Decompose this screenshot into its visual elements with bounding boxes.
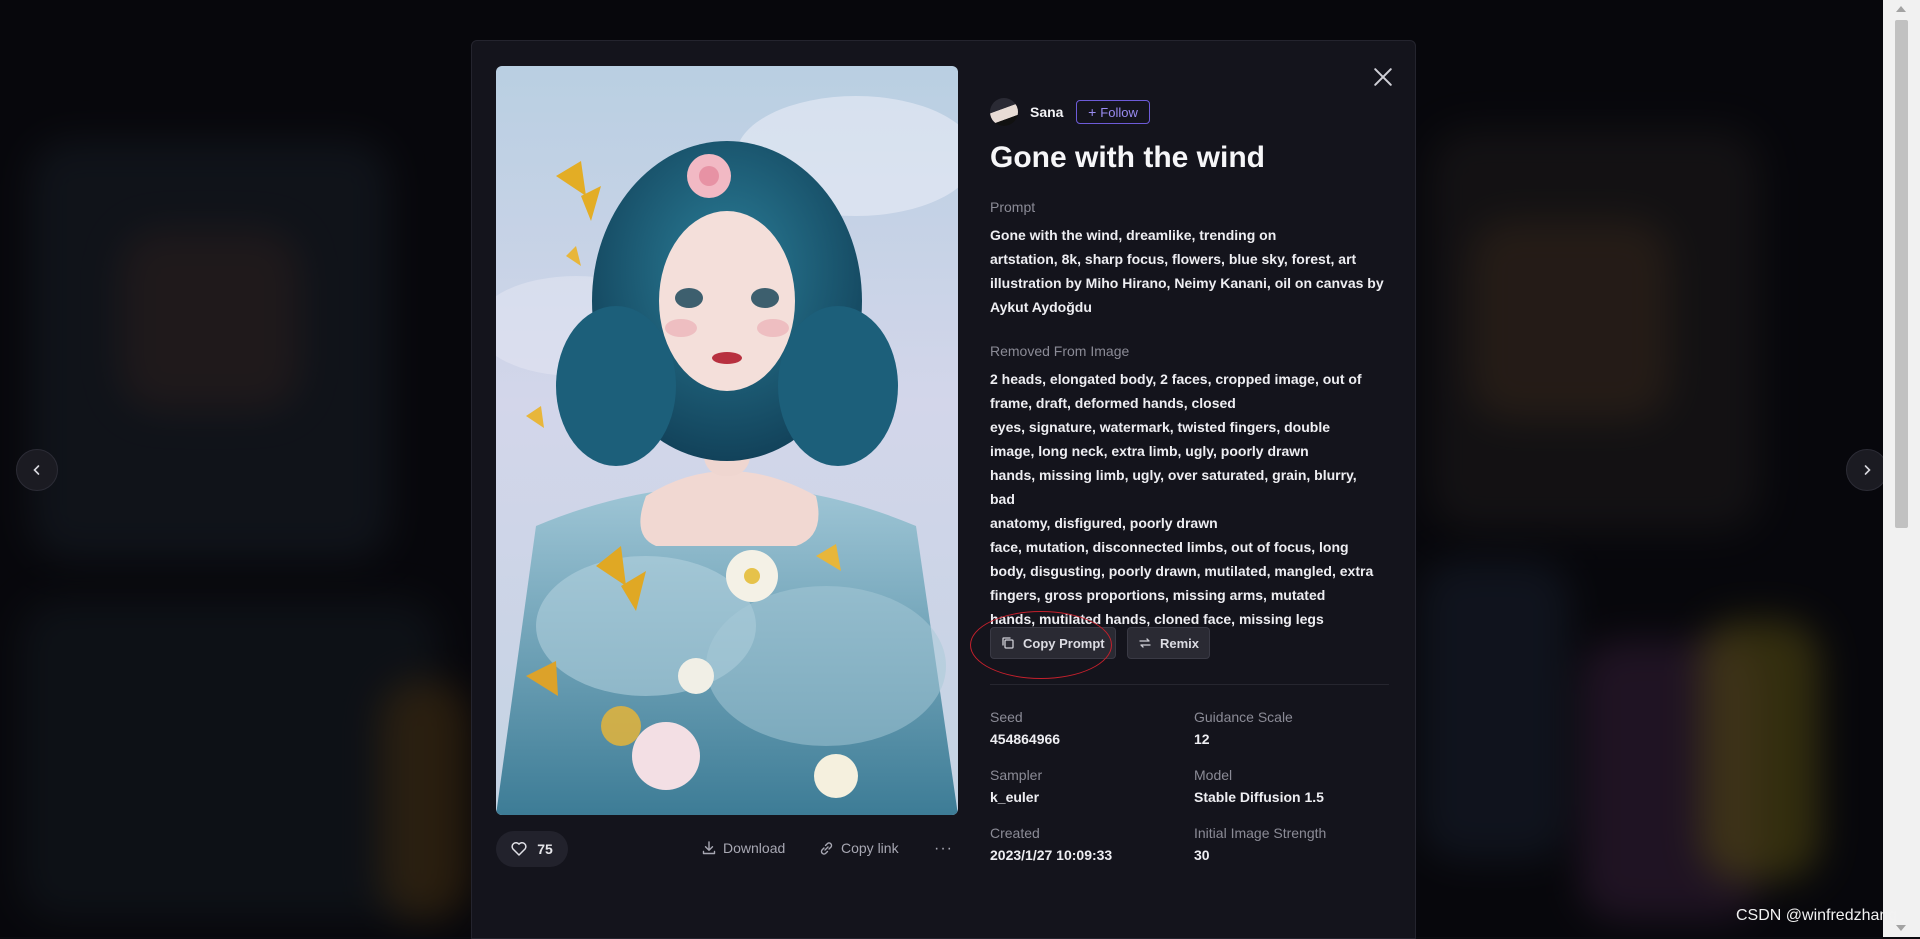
avatar[interactable] xyxy=(990,98,1018,126)
remix-icon xyxy=(1139,638,1151,648)
more-options-button[interactable]: ··· xyxy=(934,840,953,858)
like-button[interactable]: 75 xyxy=(496,831,568,867)
page-scrollbar[interactable] xyxy=(1883,0,1920,937)
artwork-title: Gone with the wind xyxy=(990,141,1265,174)
link-icon xyxy=(820,841,833,855)
follow-button[interactable]: + Follow xyxy=(1076,100,1150,124)
initial-image-strength-label: Initial Image Strength xyxy=(1194,825,1327,841)
follow-label: Follow xyxy=(1100,104,1138,120)
scroll-up-icon[interactable] xyxy=(1896,6,1906,12)
removed-label: Removed From Image xyxy=(990,343,1130,359)
next-image-button[interactable] xyxy=(1846,449,1888,491)
guidance-scale-label: Guidance Scale xyxy=(1194,709,1293,725)
previous-image-button[interactable] xyxy=(16,449,58,491)
sampler-value: k_euler xyxy=(990,789,1040,805)
artwork-image xyxy=(496,66,958,815)
divider xyxy=(990,684,1389,685)
remix-button[interactable]: Remix xyxy=(1127,627,1211,659)
created-value: 2023/1/27 10:09:33 xyxy=(990,847,1113,863)
sampler-label: Sampler xyxy=(990,767,1043,783)
chevron-left-icon xyxy=(33,465,40,475)
initial-image-strength-value: 30 xyxy=(1194,847,1210,863)
seed-value: 454864966 xyxy=(990,731,1061,747)
download-button[interactable]: Download xyxy=(702,840,785,856)
seed-label: Seed xyxy=(990,709,1023,725)
plus-icon: + xyxy=(1088,104,1097,120)
heart-icon xyxy=(511,842,527,856)
close-icon[interactable] xyxy=(1369,63,1397,91)
like-count: 75 xyxy=(537,841,553,857)
annotation-circle xyxy=(970,611,1112,679)
model-label: Model xyxy=(1194,767,1233,783)
created-label: Created xyxy=(990,825,1040,841)
scroll-down-icon[interactable] xyxy=(1896,925,1906,931)
remix-label: Remix xyxy=(1160,635,1200,651)
chevron-right-icon xyxy=(1864,465,1871,475)
guidance-scale-value: 12 xyxy=(1194,731,1210,747)
artwork-illustration xyxy=(496,66,958,815)
creator-name[interactable]: Sana xyxy=(1030,104,1063,120)
copy-link-button[interactable]: Copy link xyxy=(819,840,899,856)
image-detail-modal: 75 Download Copy link ··· Sana + Follow … xyxy=(471,40,1416,939)
negative-prompt-text: 2 heads, elongated body, 2 faces, croppe… xyxy=(990,371,1374,627)
prompt-text: Gone with the wind, dreamlike, trending … xyxy=(990,227,1384,315)
prompt-label: Prompt xyxy=(990,199,1036,215)
download-icon xyxy=(702,841,716,855)
model-value: Stable Diffusion 1.5 xyxy=(1194,789,1324,805)
copy-link-label: Copy link xyxy=(841,840,899,856)
scroll-thumb[interactable] xyxy=(1895,20,1908,528)
download-label: Download xyxy=(723,840,786,856)
watermark: CSDN @winfredzhang xyxy=(1736,907,1898,924)
